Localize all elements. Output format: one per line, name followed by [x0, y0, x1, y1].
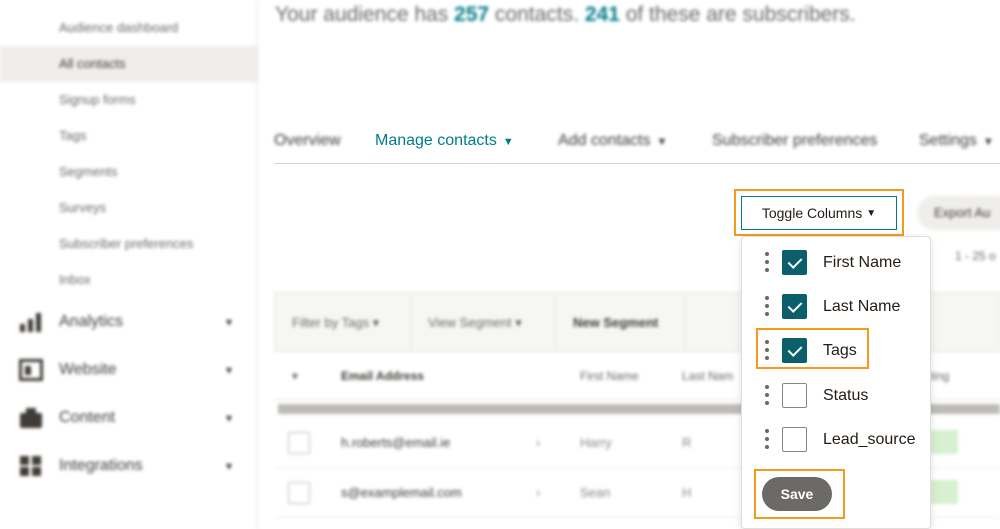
column-checkbox[interactable]: [782, 427, 807, 452]
expand-icon[interactable]: ›: [536, 485, 540, 500]
contacts-count: 257: [454, 3, 490, 26]
sidebar-item-label: Website: [59, 361, 117, 378]
cell-first-name: Sean: [580, 485, 611, 500]
cell-email[interactable]: s@examplemail.com: [341, 485, 462, 500]
integrations-icon: [20, 456, 41, 476]
summary-suffix: of these are subscribers.: [619, 3, 856, 26]
column-rating[interactable]: ting: [930, 369, 949, 383]
audience-tabs: Overview Manage contacts ▼ Add contacts ▼ …: [274, 122, 1000, 164]
sidebar-item-segments[interactable]: Segments: [0, 154, 257, 190]
website-icon: [19, 359, 43, 381]
divider: [410, 293, 411, 353]
sidebar-item-content[interactable]: Content ▾: [0, 394, 257, 442]
column-option-label: First Name: [823, 254, 902, 271]
toggle-columns-label: Toggle Columns: [761, 205, 863, 221]
divider: [555, 293, 556, 353]
rating-badge: [930, 430, 958, 454]
sidebar-item-signup-forms[interactable]: Signup forms: [0, 82, 257, 118]
cell-last-name: H: [682, 485, 692, 500]
cell-email[interactable]: h.roberts@email.ie: [341, 435, 450, 450]
sidebar-item-subscriber-preferences[interactable]: Subscriber preferences: [0, 226, 257, 262]
chevron-down-icon: ▾: [226, 411, 233, 425]
column-option-label: Status: [823, 387, 869, 404]
pagination-info: 1 - 25 o: [955, 249, 996, 263]
chevron-down-icon: ▼: [502, 136, 514, 148]
chevron-down-icon: ▼: [982, 136, 994, 148]
cell-last-name: R: [682, 435, 692, 450]
column-option-first-name[interactable]: First Name: [742, 240, 932, 284]
export-audience-button[interactable]: Export Au: [917, 196, 1000, 230]
sidebar-item-website[interactable]: Website ▾: [0, 346, 257, 394]
tab-settings[interactable]: Settings ▼: [919, 132, 994, 150]
toggle-columns-button[interactable]: Toggle Columns ▼: [741, 196, 897, 230]
divider: [685, 293, 686, 353]
column-first-name[interactable]: First Name: [580, 369, 639, 383]
content-icon: [20, 408, 42, 428]
row-checkbox[interactable]: [288, 432, 310, 454]
sidebar-item-tags[interactable]: Tags: [0, 118, 257, 154]
select-all-chevron-icon[interactable]: ▾: [292, 369, 298, 383]
column-option-last-name[interactable]: Last Name: [742, 284, 932, 328]
sidebar-item-integrations[interactable]: Integrations ▾: [0, 442, 257, 490]
tab-subscriber-preferences[interactable]: Subscriber preferences: [712, 132, 877, 150]
new-segment-button[interactable]: New Segment: [573, 315, 658, 330]
drag-handle-icon[interactable]: [764, 252, 770, 272]
tab-label: Manage contacts: [375, 132, 497, 149]
filter-by-tags-dropdown[interactable]: Filter by Tags ▾: [292, 315, 379, 331]
chevron-down-icon: ▼: [866, 207, 877, 219]
rating-badge: [930, 480, 958, 504]
chevron-down-icon: ▾: [226, 363, 233, 377]
tab-overview[interactable]: Overview: [274, 132, 341, 150]
sidebar-item-surveys[interactable]: Surveys: [0, 190, 257, 226]
sidebar-item-inbox[interactable]: Inbox: [0, 262, 257, 298]
summary-middle: contacts.: [489, 3, 585, 26]
view-segment-dropdown[interactable]: View Segment ▾: [428, 315, 522, 331]
sidebar-item-label: Integrations: [59, 457, 143, 474]
summary-prefix: Your audience has: [275, 3, 455, 26]
tab-add-contacts[interactable]: Add contacts ▼: [558, 132, 667, 150]
expand-icon[interactable]: ›: [536, 435, 540, 450]
sidebar-item-label: Content: [59, 409, 116, 426]
column-checkbox[interactable]: [782, 294, 807, 319]
subscribers-count: 241: [584, 3, 620, 26]
tab-label: Settings: [919, 132, 977, 149]
sidebar-item-audience-dashboard[interactable]: Audience dashboard: [0, 10, 257, 46]
audience-summary: Your audience has 257 contacts. 241 of t…: [275, 3, 856, 27]
save-button-highlight: [754, 469, 845, 519]
chevron-down-icon: ▾: [226, 459, 233, 473]
cell-first-name: Harry: [580, 435, 612, 450]
column-last-name[interactable]: Last Nam: [682, 369, 733, 383]
chevron-down-icon: ▾: [226, 315, 233, 329]
tags-option-highlight: [756, 328, 869, 369]
tab-manage-contacts[interactable]: Manage contacts ▼: [375, 132, 514, 150]
column-option-status[interactable]: Status: [742, 373, 932, 417]
sidebar-item-label: Analytics: [59, 313, 124, 330]
column-checkbox[interactable]: [782, 383, 807, 408]
drag-handle-icon[interactable]: [764, 429, 770, 449]
column-email[interactable]: Email Address: [341, 369, 424, 383]
row-checkbox[interactable]: [288, 482, 310, 504]
sidebar-item-analytics[interactable]: Analytics ▾: [0, 298, 257, 346]
chevron-down-icon: ▼: [656, 136, 668, 148]
tab-label: Add contacts: [558, 132, 651, 149]
column-option-lead-source[interactable]: Lead_source: [742, 417, 932, 461]
sidebar-item-all-contacts[interactable]: All contacts: [0, 46, 257, 82]
column-option-label: Last Name: [823, 298, 901, 315]
drag-handle-icon[interactable]: [764, 385, 770, 405]
column-option-label: Lead_source: [823, 431, 916, 448]
sidebar: Audience dashboard All contacts Signup f…: [0, 0, 258, 529]
bar-chart-icon: [20, 313, 41, 332]
column-checkbox[interactable]: [782, 250, 807, 275]
drag-handle-icon[interactable]: [764, 296, 770, 316]
